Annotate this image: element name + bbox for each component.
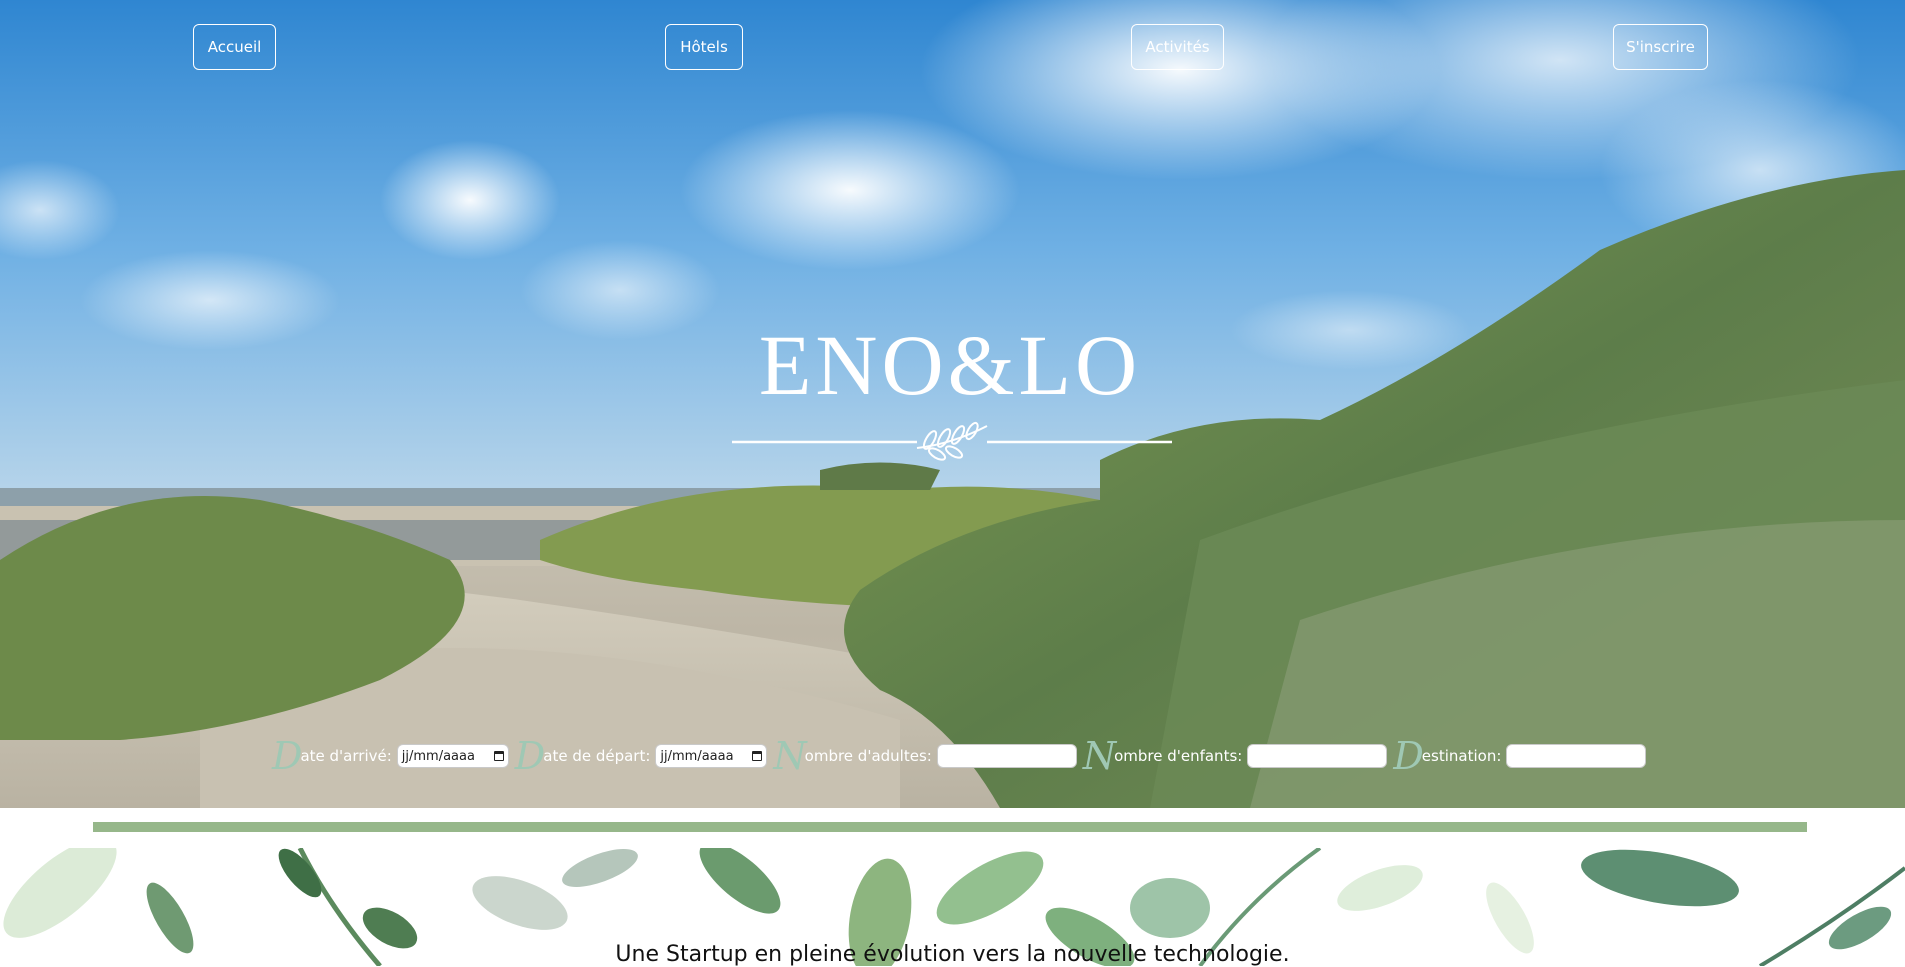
decorative-initial: N (773, 734, 807, 778)
decorative-initial: D (1393, 734, 1424, 778)
calendar-icon[interactable] (752, 751, 763, 761)
departure-date-field: D ate de départ: jj/mm/aaaa (515, 737, 768, 775)
departure-date-placeholder: jj/mm/aaaa (660, 748, 734, 764)
arrival-date-label: ate d'arrivé: (300, 747, 392, 765)
decorative-initial: D (514, 734, 546, 778)
adults-field: N ombre d'adultes: (773, 734, 1077, 778)
nav-hotels-button[interactable]: Hôtels (665, 24, 743, 70)
nav-home-button[interactable]: Accueil (193, 24, 276, 70)
decorative-initial: D (272, 734, 303, 778)
leaf-ornament-icon (732, 421, 1172, 461)
section-tagline: Une Startup en pleine évolution vers la … (615, 942, 1290, 967)
brand-title: ENO&LO (758, 317, 1142, 413)
arrival-date-placeholder: jj/mm/aaaa (401, 748, 475, 764)
section-divider (93, 822, 1807, 832)
adults-input[interactable] (936, 744, 1077, 768)
adults-label: ombre d'adultes: (804, 747, 932, 765)
calendar-icon[interactable] (493, 751, 504, 761)
children-label: ombre d'enfants: (1114, 747, 1243, 765)
nav-activities-button[interactable]: Activités (1131, 24, 1224, 70)
arrival-date-field: D ate d'arrivé: jj/mm/aaaa (272, 737, 509, 775)
nav-signup-button[interactable]: S'inscrire (1613, 24, 1708, 70)
booking-search-bar: D ate d'arrivé: jj/mm/aaaa D ate de dépa… (272, 736, 1652, 776)
destination-field: D estination: (1393, 734, 1647, 778)
arrival-date-input[interactable]: jj/mm/aaaa (396, 744, 509, 768)
departure-date-label: ate de départ: (543, 747, 651, 765)
children-field: N ombre d'enfants: (1083, 737, 1388, 775)
children-input[interactable] (1247, 744, 1388, 768)
decorative-initial: N (1082, 734, 1117, 778)
destination-input[interactable] (1506, 744, 1647, 768)
departure-date-input[interactable]: jj/mm/aaaa (655, 744, 768, 768)
destination-label: estination: (1421, 747, 1502, 765)
